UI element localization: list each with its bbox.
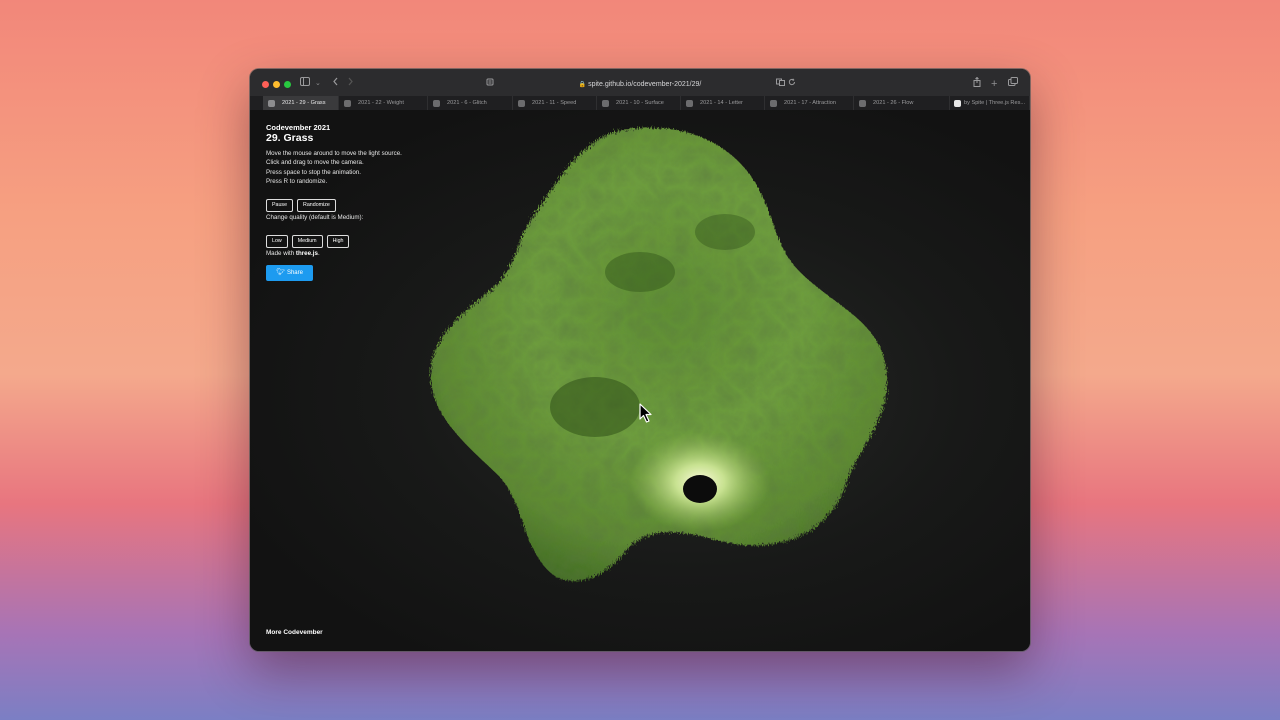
tab-label: 2021 - 10 - Surface	[616, 100, 664, 106]
info-panel: Codevember 2021 29. Grass Move the mouse…	[266, 123, 402, 282]
favicon-icon	[686, 100, 693, 107]
new-tab-icon[interactable]: +	[991, 77, 997, 91]
tab-label: 2021 - 26 - Flow	[873, 100, 914, 106]
favicon-icon	[268, 100, 275, 107]
translate-icon[interactable]	[776, 77, 785, 91]
close-window-button[interactable]	[262, 81, 269, 88]
instruction-line: Click and drag to move the camera.	[266, 159, 364, 167]
browser-window: ⌄ 🔒 spite.github.io/codevember-2021/29/ +…	[250, 69, 1030, 651]
threejs-link[interactable]: three.js	[296, 250, 318, 257]
tab-label: 2021 - 29 - Grass	[282, 100, 326, 106]
quality-medium-button[interactable]: Medium	[291, 235, 323, 249]
grass-blob-render[interactable]	[425, 122, 895, 592]
reload-icon[interactable]	[788, 77, 796, 91]
favicon-icon	[954, 100, 961, 107]
tab-2021-29-grass[interactable]: 2021 - 29 - Grass	[263, 96, 339, 110]
browser-toolbar: ⌄ 🔒 spite.github.io/codevember-2021/29/ +	[250, 69, 1030, 96]
back-button[interactable]	[332, 77, 339, 91]
quality-low-button[interactable]: Low	[266, 235, 288, 249]
url-text: spite.github.io/codevember-2021/29/	[588, 81, 702, 88]
favicon-icon	[433, 100, 440, 107]
page-title: 29. Grass	[266, 132, 314, 144]
instruction-line: Press R to randomize.	[266, 177, 328, 185]
tab-2021-14-letter[interactable]: 2021 - 14 - Letter	[681, 96, 765, 110]
quality-high-button[interactable]: High	[326, 235, 350, 249]
favicon-icon	[344, 100, 351, 107]
controls-row: Pause Randomize	[266, 193, 402, 213]
tab-label: 2021 - 6 - Glitch	[447, 100, 487, 106]
share-sheet-icon[interactable]	[973, 76, 981, 92]
more-codevember-link[interactable]: More Codevember	[266, 629, 323, 636]
share-label: Share	[286, 270, 303, 277]
lock-icon: 🔒	[578, 82, 587, 88]
tab-2021-22-weight[interactable]: 2021 - 22 - Weight	[339, 96, 428, 110]
tab-2021-17-attraction[interactable]: 2021 - 17 - Attraction	[765, 96, 854, 110]
favicon-icon	[602, 100, 609, 107]
quality-row: Low Medium High	[266, 229, 402, 249]
tab-2021-11-speed[interactable]: 2021 - 11 - Speed	[513, 96, 597, 110]
tab-overview-icon[interactable]	[1008, 77, 1018, 91]
chevron-down-icon[interactable]: ⌄	[315, 77, 321, 91]
tab-spite-threejs[interactable]: by Spite | Three.js Res...	[950, 96, 1030, 110]
sidebar-toggle-icon[interactable]	[300, 77, 310, 91]
twitter-bird-icon: 🐦︎	[276, 269, 285, 277]
zoom-window-button[interactable]	[284, 81, 291, 88]
instruction-line: Move the mouse around to move the light …	[266, 150, 402, 157]
forward-button[interactable]	[347, 77, 354, 91]
favicon-icon	[518, 100, 525, 107]
tab-2021-26-flow[interactable]: 2021 - 26 - Flow	[854, 96, 950, 110]
series-title: Codevember 2021	[266, 123, 331, 132]
made-with-suffix: .	[317, 250, 320, 258]
randomize-button[interactable]: Randomize	[297, 199, 336, 213]
pause-button[interactable]: Pause	[266, 199, 294, 213]
tab-label: 2021 - 22 - Weight	[358, 100, 404, 106]
instruction-line: Press space to stop the animation.	[266, 168, 361, 176]
tab-label: 2021 - 14 - Letter	[700, 100, 743, 106]
quality-label: Change quality (default is Medium):	[266, 214, 364, 222]
tab-label: by Spite | Three.js Res...	[964, 100, 1026, 106]
minimize-window-button[interactable]	[273, 81, 280, 88]
mouse-cursor-icon	[639, 403, 652, 423]
tab-bar: 2021 - 29 - Grass 2021 - 22 - Weight 202…	[250, 96, 1030, 111]
tab-label: 2021 - 17 - Attraction	[784, 100, 836, 106]
made-with-prefix: Made with	[266, 250, 296, 258]
share-button[interactable]: 🐦︎ Share	[266, 265, 313, 282]
webgl-canvas[interactable]: Codevember 2021 29. Grass Move the mouse…	[250, 110, 1030, 651]
favicon-icon	[770, 100, 777, 107]
address-bar[interactable]: 🔒 spite.github.io/codevember-2021/29/	[480, 78, 800, 91]
tab-label: 2021 - 11 - Speed	[532, 100, 577, 106]
tab-2021-6-glitch[interactable]: 2021 - 6 - Glitch	[428, 96, 513, 110]
made-with-text: Made with three.js.	[266, 250, 402, 257]
favicon-icon	[859, 100, 866, 107]
tab-2021-10-surface[interactable]: 2021 - 10 - Surface	[597, 96, 681, 110]
